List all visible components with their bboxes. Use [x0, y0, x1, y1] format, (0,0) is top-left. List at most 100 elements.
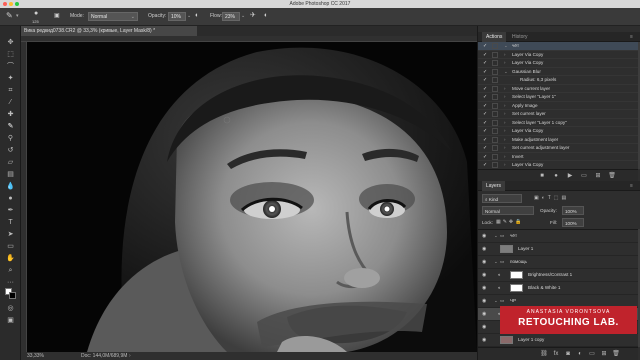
dialog-toggle-box[interactable]	[492, 102, 498, 109]
chevron-right-icon[interactable]: ›	[504, 136, 506, 145]
chevron-right-icon[interactable]: ›	[504, 85, 506, 94]
brush-panel-icon[interactable]: ▣	[54, 12, 60, 21]
healing-brush-tool-icon[interactable]: ✚	[5, 110, 16, 119]
airbrush-icon[interactable]: ✈	[250, 11, 256, 20]
layer-thumbnail[interactable]	[500, 336, 513, 344]
action-item[interactable]: ✓ › Set current layer	[478, 110, 638, 119]
tab-actions[interactable]: Actions	[482, 32, 507, 42]
chevron-right-icon[interactable]: ›	[504, 161, 506, 169]
layer-name[interactable]: помощь	[510, 256, 527, 268]
checkmark-icon[interactable]: ✓	[483, 68, 489, 77]
action-item[interactable]: ✓ › Move current layer	[478, 85, 638, 94]
dialog-toggle-box[interactable]	[492, 162, 498, 168]
stop-icon[interactable]: ■	[538, 172, 546, 180]
blend-mode-select[interactable]: Normal	[482, 206, 534, 215]
dialog-toggle-box[interactable]	[492, 77, 498, 83]
layer-row[interactable]: ◉ ◐ Black & White 1	[478, 282, 638, 295]
visibility-eye-icon[interactable]: ◉	[482, 269, 486, 281]
visibility-eye-icon[interactable]: ◉	[482, 243, 486, 255]
layer-name[interactable]: Layer 1 copy	[518, 334, 544, 346]
dialog-toggle-box[interactable]	[492, 68, 498, 75]
action-item[interactable]: ✓ › Layer Via Copy	[478, 59, 638, 68]
dialog-toggle-box[interactable]	[492, 153, 498, 160]
pressure-size-icon[interactable]: ◐	[264, 11, 268, 20]
chevron-down-icon[interactable]: ⌄	[241, 12, 245, 21]
pen-tool-icon[interactable]: ✒	[5, 206, 16, 215]
layer-row[interactable]: ◉ ◐ Brightness/Contrast 1	[478, 269, 638, 282]
trash-icon[interactable]: 🗑	[608, 172, 616, 180]
dialog-toggle-box[interactable]	[492, 119, 498, 126]
blur-tool-icon[interactable]: 💧	[5, 182, 16, 191]
checkmark-icon[interactable]: ✓	[483, 110, 489, 119]
dialog-toggle-box[interactable]	[492, 60, 498, 66]
layer-filter-icons[interactable]: ▣◐T⬚▤	[534, 195, 569, 201]
chevron-down-icon[interactable]: ⌄	[494, 295, 498, 307]
zoom-level[interactable]: 33,33%	[27, 352, 44, 360]
brush-tool-icon[interactable]: ✎	[6, 11, 13, 20]
crop-tool-icon[interactable]: ⌗	[5, 86, 16, 95]
minimize-window-button[interactable]	[9, 2, 13, 6]
panel-menu-icon[interactable]: ≡	[626, 32, 637, 42]
visibility-eye-icon[interactable]: ◉	[482, 256, 486, 268]
new-layer-icon[interactable]: ⊞	[600, 350, 608, 358]
record-icon[interactable]: ●	[552, 172, 560, 180]
fill-field[interactable]: 100%	[562, 218, 584, 227]
opacity-field[interactable]: 10%	[168, 12, 186, 21]
type-tool-icon[interactable]: T	[5, 218, 16, 227]
panel-menu-icon[interactable]: ≡	[626, 181, 637, 191]
adjustment-layer-icon[interactable]: ◐	[576, 350, 584, 358]
action-item[interactable]: ✓ › Layer Via Copy	[478, 51, 638, 59]
lasso-tool-icon[interactable]: ⌒	[5, 62, 16, 71]
chevron-right-icon[interactable]: ›	[504, 93, 506, 102]
action-item[interactable]: ✓ › Select layer "Layer 1 copy"	[478, 119, 638, 128]
zoom-tool-icon[interactable]: ⌕	[5, 266, 16, 275]
dodge-tool-icon[interactable]: ●	[5, 194, 16, 203]
action-item[interactable]: ✓ ⌄ чёт	[478, 42, 638, 51]
clone-stamp-tool-icon[interactable]: ⚲	[5, 134, 16, 143]
layer-thumbnail[interactable]	[510, 271, 523, 279]
chevron-right-icon[interactable]: ›	[504, 153, 506, 162]
action-item[interactable]: ✓ › Make adjustment layer	[478, 136, 638, 145]
chevron-right-icon[interactable]: ›	[504, 110, 506, 119]
action-item[interactable]: ✓ Radius: 6,3 pixels	[478, 76, 638, 85]
tab-layers[interactable]: Layers	[482, 181, 506, 191]
chevron-right-icon[interactable]: ›	[504, 144, 506, 153]
chevron-down-icon[interactable]: ⌄	[504, 42, 508, 51]
new-group-icon[interactable]: ▭	[588, 350, 596, 358]
close-window-button[interactable]	[3, 2, 7, 6]
chevron-right-icon[interactable]: ›	[129, 352, 131, 360]
lock-icons[interactable]: ▦✎✥🔒	[496, 218, 523, 227]
hand-tool-icon[interactable]: ✋	[5, 254, 16, 263]
flow-field[interactable]: 23%	[222, 12, 240, 21]
layer-style-icon[interactable]: fx	[552, 350, 560, 358]
marquee-tool-icon[interactable]: ⬚	[5, 50, 16, 59]
action-item[interactable]: ✓ › Select layer "Layer 1"	[478, 93, 638, 102]
pressure-opacity-icon[interactable]: ◐	[195, 11, 199, 20]
history-brush-tool-icon[interactable]: ↺	[5, 146, 16, 155]
checkmark-icon[interactable]: ✓	[483, 161, 489, 169]
chevron-right-icon[interactable]: ›	[504, 127, 506, 136]
checkmark-icon[interactable]: ✓	[483, 144, 489, 153]
action-item[interactable]: ✓ › Layer Via Copy	[478, 127, 638, 136]
chevron-right-icon[interactable]: ›	[504, 59, 506, 68]
more-tools-icon[interactable]: ···	[5, 278, 16, 287]
visibility-eye-icon[interactable]: ◉	[482, 282, 486, 294]
new-set-icon[interactable]: ▭	[580, 172, 588, 180]
action-item[interactable]: ✓ › Layer Via Copy	[478, 161, 638, 169]
dialog-toggle-box[interactable]	[492, 43, 498, 49]
link-layers-icon[interactable]: ⛓	[540, 350, 548, 358]
visibility-eye-icon[interactable]: ◉	[482, 321, 486, 333]
background-color-swatch[interactable]	[9, 292, 16, 299]
brush-tool-icon[interactable]: ✎	[5, 122, 16, 131]
zoom-window-button[interactable]	[15, 2, 19, 6]
move-tool-icon[interactable]: ✥	[5, 38, 16, 47]
tab-history[interactable]: History	[508, 32, 532, 42]
mode-select[interactable]: Normal ⌄	[88, 12, 138, 21]
dialog-toggle-box[interactable]	[492, 85, 498, 92]
path-select-tool-icon[interactable]: ➤	[5, 230, 16, 239]
chevron-right-icon[interactable]: ›	[504, 119, 506, 128]
chevron-down-icon[interactable]: ⌄	[187, 12, 191, 21]
checkmark-icon[interactable]: ✓	[483, 127, 489, 136]
dialog-toggle-box[interactable]	[492, 111, 498, 117]
eraser-tool-icon[interactable]: ▱	[5, 158, 16, 167]
